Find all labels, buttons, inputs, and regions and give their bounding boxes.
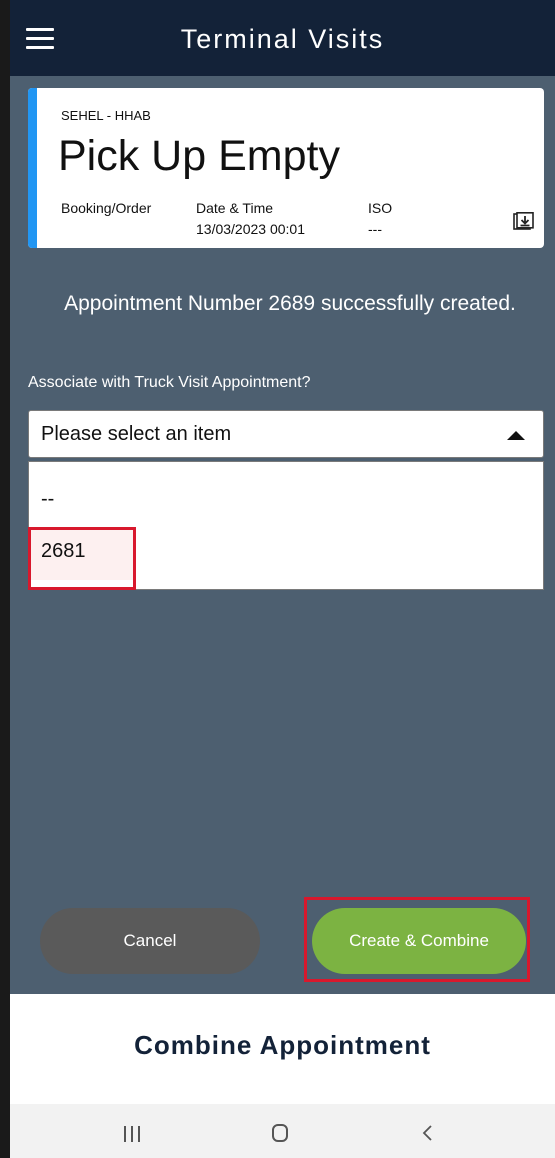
system-nav-bar	[10, 1104, 555, 1158]
iso-value: ---	[368, 221, 382, 237]
option-label: 2681	[41, 540, 86, 562]
date-time-label: Date & Time	[196, 200, 274, 216]
card-subtitle: SEHEL - HHAB	[61, 108, 151, 123]
date-time-value: 13/03/2023 00:01	[196, 221, 305, 237]
caret-up-icon	[507, 431, 525, 440]
truck-visit-select[interactable]: Please select an item	[28, 410, 544, 458]
option-label: --	[41, 488, 55, 510]
sheet-title: Combine Appointment	[134, 1030, 431, 1060]
appointment-card: SEHEL - HHAB Pick Up Empty Booking/Order…	[28, 88, 544, 248]
select-placeholder: Please select an item	[41, 423, 232, 445]
cancel-button[interactable]: Cancel	[40, 908, 260, 974]
bottom-sheet: Combine Appointment	[10, 994, 555, 1104]
card-accent-bar	[28, 88, 37, 248]
back-icon[interactable]	[418, 1122, 438, 1144]
document-download-icon[interactable]	[512, 212, 534, 232]
recent-apps-icon[interactable]	[122, 1126, 142, 1142]
app-bar: Terminal Visits	[10, 0, 555, 76]
associate-label: Associate with Truck Visit Appointment?	[28, 374, 311, 391]
page-title: Terminal Visits	[180, 24, 385, 54]
option-2681[interactable]: 2681	[29, 528, 135, 580]
booking-order-label: Booking/Order	[61, 200, 152, 216]
card-title: Pick Up Empty	[58, 132, 340, 180]
create-combine-button[interactable]: Create & Combine	[312, 908, 526, 974]
iso-label: ISO	[368, 200, 393, 216]
home-icon[interactable]	[272, 1124, 288, 1142]
app-screen: Terminal Visits SEHEL - HHAB Pick Up Emp…	[10, 0, 555, 1158]
success-message: Appointment Number 2689 successfully cre…	[64, 292, 516, 315]
dropdown-list: -- 2681	[28, 461, 544, 590]
option-none[interactable]: --	[29, 476, 543, 528]
